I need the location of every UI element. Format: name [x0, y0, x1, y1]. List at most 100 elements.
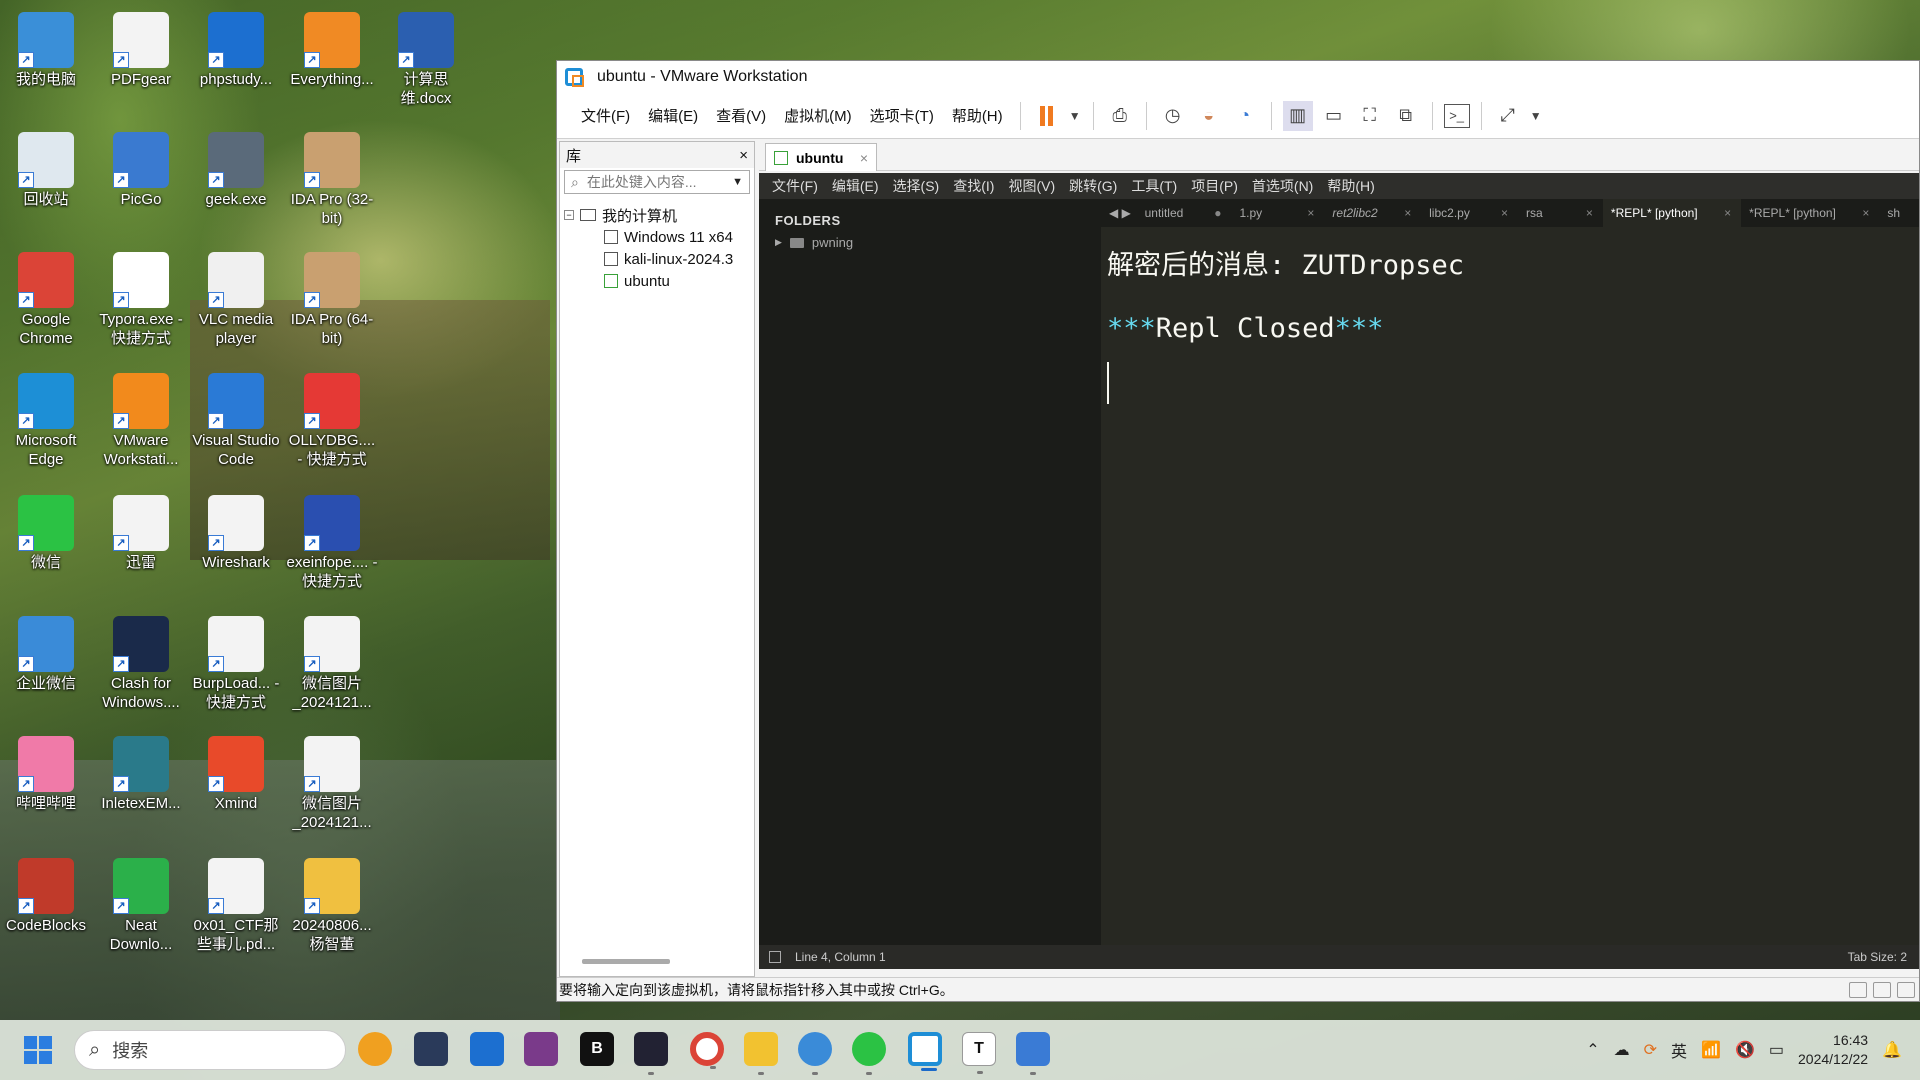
desktop-icon[interactable]: ↗ Everything...	[286, 6, 378, 89]
close-icon[interactable]: ×	[860, 150, 868, 166]
taskbar-app-wecom[interactable]	[798, 1032, 832, 1075]
menu-file[interactable]: 文件(F)	[572, 105, 639, 126]
collapse-icon[interactable]: −	[564, 210, 574, 220]
st-menu-view[interactable]: 视图(V)	[1001, 176, 1062, 196]
fullscreen-icon[interactable]: ⛶	[1355, 101, 1385, 131]
menu-help[interactable]: 帮助(H)	[943, 105, 1012, 126]
tab-nav-arrows[interactable]: ◀ ▶	[1101, 206, 1137, 220]
chevron-down-icon[interactable]: ▼	[732, 176, 743, 188]
revert-snapshot-icon[interactable]: ◒	[1194, 101, 1224, 131]
desktop-icon[interactable]: ↗ InletexEM...	[95, 730, 187, 813]
menu-view[interactable]: 查看(V)	[707, 105, 775, 126]
close-icon[interactable]: ×	[739, 147, 748, 164]
panel-toggle-icon[interactable]	[769, 951, 781, 963]
taskbar-app-explorer[interactable]	[744, 1032, 778, 1075]
st-tab-sh[interactable]: sh	[1879, 199, 1919, 227]
taskbar-app-winrar[interactable]	[524, 1032, 558, 1066]
taskbar-app-notepad[interactable]	[1016, 1032, 1050, 1075]
desktop-icon[interactable]: ↗ IDA Pro (32-bit)	[286, 126, 378, 228]
st-tab-untitled[interactable]: untitled ●	[1137, 199, 1232, 227]
st-tab-1py[interactable]: 1.py ×	[1231, 199, 1324, 227]
desktop-icon[interactable]: ↗ Neat Downlo...	[95, 852, 187, 954]
input-language[interactable]: 英	[1671, 1038, 1687, 1062]
guest-display[interactable]: 文件(F) 编辑(E) 选择(S) 查找(I) 视图(V) 跳转(G) 工具(T…	[759, 173, 1919, 969]
st-menu-project[interactable]: 项目(P)	[1184, 176, 1245, 196]
desktop-icon[interactable]: ↗ 回收站	[0, 126, 92, 209]
battery-icon[interactable]: ▭	[1769, 1040, 1784, 1060]
st-menu-file[interactable]: 文件(F)	[765, 176, 825, 196]
desktop-icon[interactable]: ↗ 微信图片_2024121...	[286, 610, 378, 712]
st-tab-rsa[interactable]: rsa ×	[1518, 199, 1603, 227]
chevron-down-icon[interactable]: ▼	[1068, 101, 1082, 131]
taskbar-app-remote[interactable]	[414, 1032, 448, 1066]
desktop-icon[interactable]: ↗ geek.exe	[190, 126, 282, 209]
st-menu-tools[interactable]: 工具(T)	[1124, 176, 1184, 196]
taskbar-app-typora[interactable]: T	[962, 1032, 996, 1074]
desktop-icon[interactable]: ↗ PicGo	[95, 126, 187, 209]
desktop-icon[interactable]: ↗ OLLYDBG.... - 快捷方式	[286, 367, 378, 469]
menu-tabs[interactable]: 选项卡(T)	[861, 105, 943, 126]
hdd-icon[interactable]	[1849, 981, 1867, 998]
library-search-input[interactable]: ⌕ 在此处键入内容... ▼	[564, 170, 750, 194]
close-icon[interactable]: ×	[1307, 206, 1314, 220]
desktop-icon[interactable]: ↗ 计算思维.docx	[380, 6, 472, 108]
taskbar-search[interactable]: ⌕ 搜索	[74, 1030, 346, 1070]
st-tab-libc2py[interactable]: libc2.py ×	[1421, 199, 1518, 227]
wifi-icon[interactable]: 📶	[1701, 1040, 1721, 1060]
tree-item-windows11[interactable]: Windows 11 x64	[564, 226, 750, 248]
snapshot-manager-icon[interactable]: ◔	[1230, 101, 1260, 131]
tree-item-kali[interactable]: kali-linux-2024.3	[564, 248, 750, 270]
desktop-icon[interactable]: ↗ Xmind	[190, 730, 282, 813]
taskbar-app-book[interactable]	[470, 1032, 504, 1066]
taskbar-app-chrome[interactable]	[690, 1032, 724, 1069]
clock[interactable]: 16:43 2024/12/22	[1798, 1031, 1868, 1069]
library-view-icon[interactable]: ▥	[1282, 100, 1313, 131]
desktop-icon[interactable]: ↗ Typora.exe - 快捷方式	[95, 246, 187, 348]
close-icon[interactable]: ×	[1862, 206, 1869, 220]
desktop-icon[interactable]: ↗ VMware Workstati...	[95, 367, 187, 469]
desktop-icon[interactable]: ↗ 企业微信	[0, 610, 92, 693]
desktop-icon[interactable]: ↗ BurpLoad... - 快捷方式	[190, 610, 282, 712]
send-keys-icon[interactable]: ⎙	[1105, 101, 1135, 131]
desktop-icon[interactable]: ↗ 哔哩哔哩	[0, 730, 92, 813]
desktop-icon[interactable]: ↗ 20240806... 杨智董	[286, 852, 378, 954]
unity-icon[interactable]: ⧉	[1391, 101, 1421, 131]
desktop-icon[interactable]: ↗ VLC media player	[190, 246, 282, 348]
thumbnail-view-icon[interactable]: ▭	[1319, 101, 1349, 131]
close-icon[interactable]: ×	[1501, 206, 1508, 220]
st-menu-edit[interactable]: 编辑(E)	[825, 176, 886, 196]
desktop-icon[interactable]: ↗ exeinfope.... - 快捷方式	[286, 489, 378, 591]
taskbar-app-sunflower[interactable]	[358, 1032, 392, 1066]
start-button[interactable]	[24, 1036, 52, 1064]
desktop-icon[interactable]: ↗ CodeBlocks	[0, 852, 92, 935]
desktop-icon[interactable]: ↗ 我的电脑	[0, 6, 92, 89]
st-menu-preferences[interactable]: 首选项(N)	[1245, 176, 1320, 196]
desktop-icon[interactable]: ↗ IDA Pro (64-bit)	[286, 246, 378, 348]
dirty-dot-icon[interactable]: ●	[1214, 206, 1221, 220]
chevron-down-icon[interactable]: ▼	[1529, 101, 1543, 131]
st-tab-repl-active[interactable]: *REPL* [python] ×	[1602, 199, 1742, 227]
st-menu-help[interactable]: 帮助(H)	[1320, 176, 1381, 196]
tab-size[interactable]: Tab Size: 2	[1848, 950, 1907, 964]
library-scrollbar[interactable]	[582, 959, 670, 964]
close-icon[interactable]: ×	[1404, 206, 1411, 220]
network-icon[interactable]	[1897, 981, 1915, 998]
snapshot-icon[interactable]: ◷	[1158, 101, 1188, 131]
volume-muted-icon[interactable]: 🔇	[1735, 1040, 1755, 1060]
desktop-icon[interactable]: ↗ Google Chrome	[0, 246, 92, 348]
tab-ubuntu[interactable]: ubuntu ×	[765, 143, 877, 171]
desktop-icon[interactable]: ↗ Microsoft Edge	[0, 367, 92, 469]
desktop-icon[interactable]: ↗ phpstudy...	[190, 6, 282, 89]
pause-icon[interactable]	[1032, 101, 1062, 131]
chevron-up-icon[interactable]: ⌃	[1586, 1040, 1599, 1060]
st-tab-ret2libc2[interactable]: ret2libc2 ×	[1324, 199, 1421, 227]
cd-icon[interactable]	[1873, 981, 1891, 998]
console-view-icon[interactable]: >_	[1443, 103, 1470, 128]
taskbar-app-clash[interactable]	[634, 1032, 668, 1075]
tree-root[interactable]: − 我的计算机	[564, 204, 750, 226]
tree-item-ubuntu[interactable]: ubuntu	[564, 270, 750, 292]
st-tab-repl[interactable]: *REPL* [python] ×	[1741, 199, 1879, 227]
menu-vm[interactable]: 虚拟机(M)	[775, 105, 861, 126]
taskbar-app-wechat[interactable]	[852, 1032, 886, 1075]
desktop-icon[interactable]: ↗ 微信图片_2024121...	[286, 730, 378, 832]
